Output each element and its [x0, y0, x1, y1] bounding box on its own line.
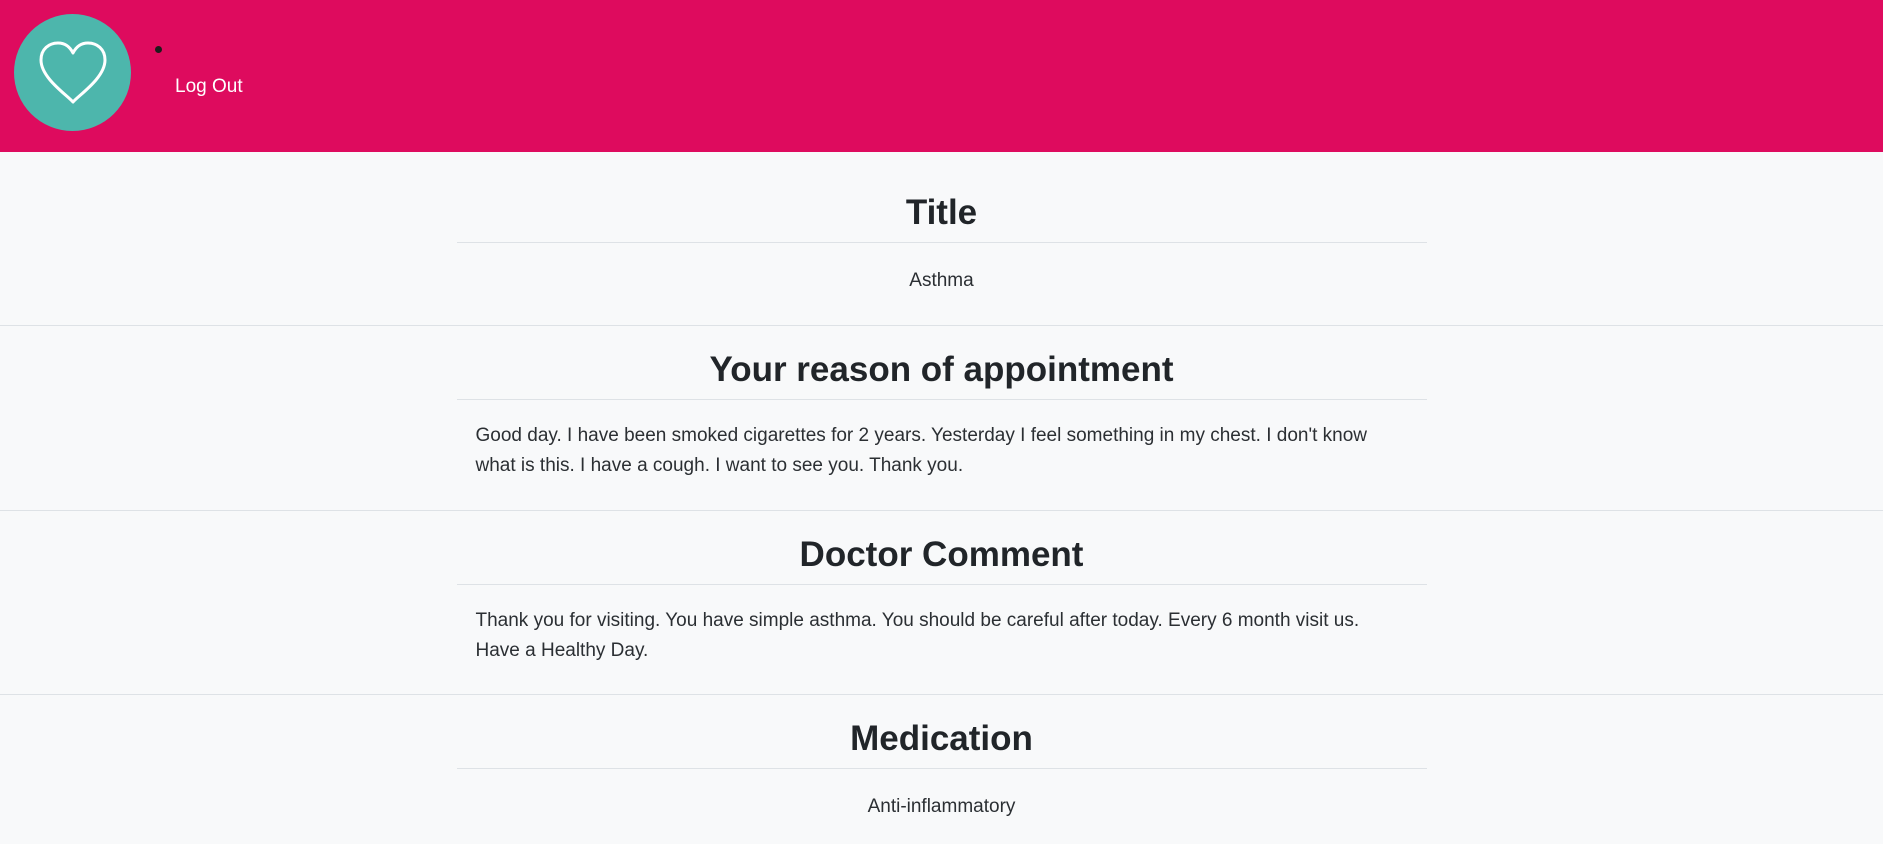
title-heading: Title: [456, 152, 1427, 243]
reason-text: Good day. I have been smoked cigarettes …: [475, 425, 1368, 476]
top-navbar: Log Out: [0, 0, 1883, 152]
doctor-comment-text: Thank you for visiting. You have simple …: [475, 610, 1360, 661]
reason-section: Your reason of appointment Good day. I h…: [0, 326, 1883, 511]
title-section: Title Asthma: [0, 152, 1883, 326]
reason-heading: Your reason of appointment: [456, 326, 1427, 400]
doctor-comment-section: Doctor Comment Thank you for visiting. Y…: [0, 511, 1883, 695]
title-value: Asthma: [909, 270, 974, 291]
medication-heading: Medication: [456, 695, 1427, 769]
heart-icon: [39, 41, 106, 103]
nav-list-bullet: [155, 46, 162, 53]
logo[interactable]: [14, 14, 131, 131]
appointment-details: Title Asthma Your reason of appointment …: [0, 152, 1883, 844]
medication-value: Anti-inflammatory: [867, 796, 1016, 817]
doctor-comment-heading: Doctor Comment: [456, 511, 1427, 585]
medication-section: Medication Anti-inflammatory: [0, 695, 1883, 844]
logout-link[interactable]: Log Out: [175, 76, 243, 98]
